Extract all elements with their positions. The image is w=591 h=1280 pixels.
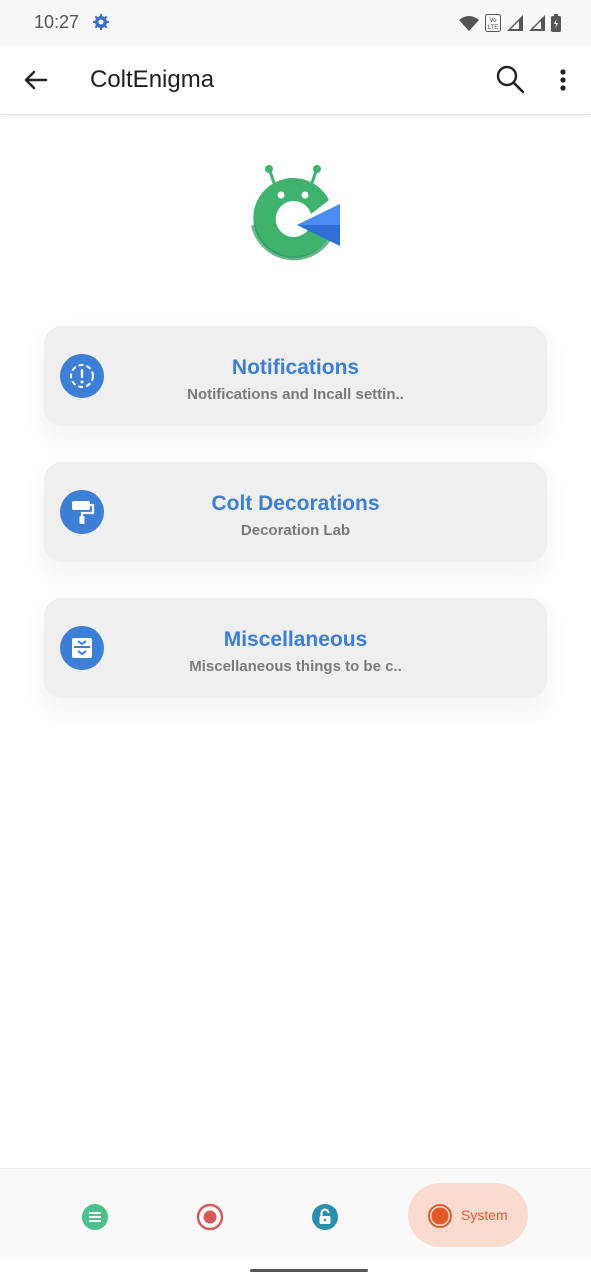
bottom-navigation: System [0,1168,591,1263]
page-title: ColtEnigma [90,66,215,93]
svg-text:Vo: Vo [489,18,497,24]
nav-system-tab[interactable]: System [408,1183,528,1247]
card-title: Notifications [231,356,360,379]
battery-icon [551,14,561,32]
card-subtitle: Miscellaneous things to be c.. [189,658,402,675]
nav-system-label: System [461,1207,508,1223]
lock-icon[interactable] [311,1203,339,1231]
card-subtitle: Decoration Lab [240,522,351,539]
status-icons: Vo LTE [459,12,561,34]
coltenigma-logo [251,165,340,261]
app-bar: ColtEnigma [0,46,591,115]
search-icon[interactable] [492,62,528,98]
list-icon[interactable] [81,1203,109,1231]
more-vertical-icon[interactable] [548,62,578,98]
signal-icon [507,15,523,31]
settings-gear-icon [93,14,109,30]
card-title: Colt Decorations [211,492,380,515]
card-notifications[interactable]: Notifications Notifications and Incall s… [44,326,547,426]
volte-icon: VoLTE [485,14,501,32]
status-time: 10:27 [34,12,80,32]
svg-text:LTE: LTE [488,25,499,31]
arrow-left-icon[interactable] [18,62,54,98]
card-subtitle: Notifications and Incall settin.. [187,386,404,403]
gesture-handle[interactable] [250,1269,368,1272]
card-title: Miscellaneous [223,628,368,651]
card-colt-decorations[interactable]: Colt Decorations Decoration Lab [44,462,547,562]
status-bar: 10:27 Vo LTE [0,0,591,46]
record-icon[interactable] [196,1203,224,1231]
signal-icon [529,15,545,31]
system-icon [428,1204,452,1228]
wifi-icon [459,16,479,31]
card-miscellaneous[interactable]: Miscellaneous Miscellaneous things to be… [44,598,547,698]
